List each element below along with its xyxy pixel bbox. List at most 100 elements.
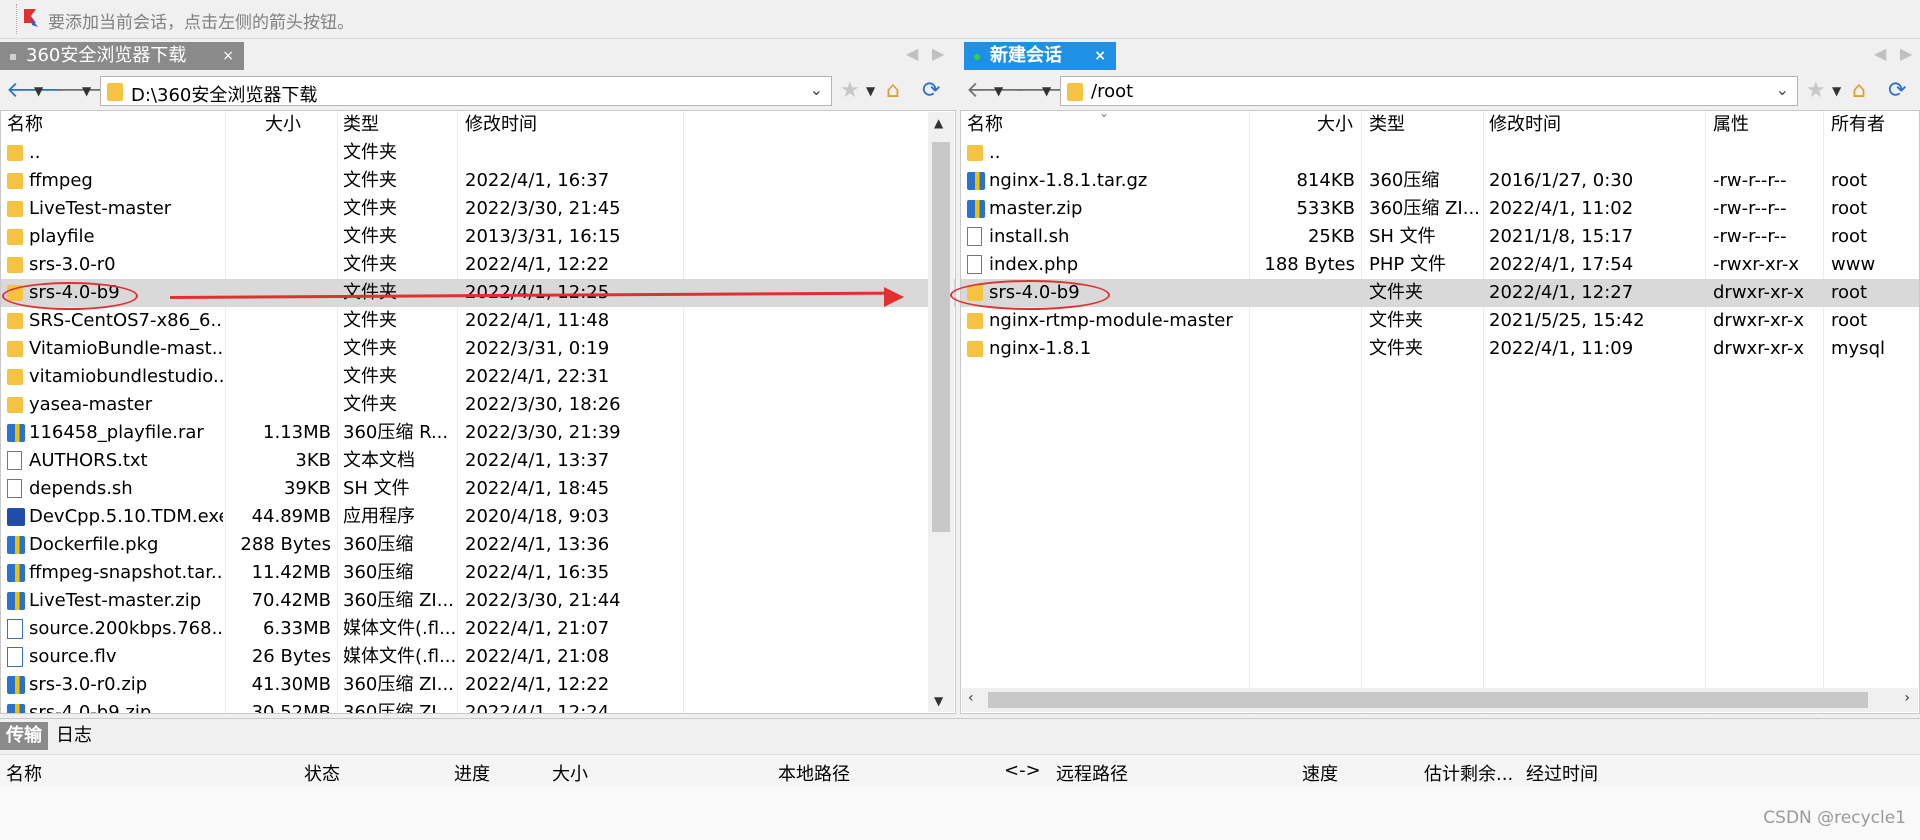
file-row[interactable]: source.flv 26 Bytes 媒体文件(.fl... 2022/4/1, 2… (1, 643, 955, 671)
transfer-col-remote-path[interactable]: 远程路径 (1056, 760, 1128, 786)
file-row[interactable]: LiveTest-master.zip 70.42MB 360压缩 ZI... 202… (1, 587, 955, 615)
file-row[interactable]: nginx-rtmp-module-master 文件夹 2021/5/25, 15… (961, 307, 1919, 335)
chevron-down-icon[interactable]: ⌄ (1776, 80, 1789, 99)
column-header-size[interactable]: 大小 (265, 111, 301, 139)
file-row[interactable]: AUTHORS.txt 3KB 文本文档 2022/4/1, 13:37 (1, 447, 955, 475)
file-row[interactable]: Dockerfile.pkg 288 Bytes 360压缩 2022/4/1, 13… (1, 531, 955, 559)
tab-log[interactable]: 日志 (50, 722, 98, 750)
file-row[interactable]: srs-3.0-r0 文件夹 2022/4/1, 12:22 (1, 251, 955, 279)
cell-size (227, 363, 331, 391)
tab-scroll-left-icon[interactable]: ◀ (1874, 44, 1886, 63)
cell-name: srs-3.0-r0.zip (29, 674, 148, 695)
refresh-icon[interactable]: ⟳ (922, 78, 940, 104)
file-row[interactable]: .. (961, 139, 1919, 167)
tab-scroll-right-icon[interactable]: ▶ (1900, 44, 1912, 63)
file-row[interactable]: LiveTest-master 文件夹 2022/3/30, 21:45 (1, 195, 955, 223)
column-header-owner[interactable]: 所有者 (1831, 111, 1885, 139)
column-header-attributes[interactable]: 属性 (1713, 111, 1749, 139)
transfer-col-elapsed[interactable]: 经过时间 (1526, 760, 1598, 786)
scroll-up-icon[interactable]: ▲ (934, 116, 943, 130)
cell-size (227, 223, 331, 251)
cell-modified: 2022/4/1, 12:27 (1489, 282, 1634, 303)
bookmark-dropdown-icon[interactable]: ▼ (866, 78, 875, 104)
tab-close-icon[interactable]: × (1094, 42, 1106, 70)
file-row[interactable]: master.zip 533KB 360压缩 ZI... 2022/4/1, 11:0… (961, 195, 1919, 223)
tab-transfer[interactable]: 传输 (0, 722, 48, 750)
scroll-left-icon[interactable]: ‹ (968, 690, 974, 706)
home-folder-icon[interactable]: ⌂ (1852, 78, 1866, 104)
cell-name: source.flv (29, 646, 117, 667)
transfer-list[interactable] (0, 785, 1920, 840)
transfer-col-size[interactable]: 大小 (552, 760, 588, 786)
folder-icon (967, 313, 983, 329)
file-row[interactable]: SRS-CentOS7-x86_6... 文件夹 2022/4/1, 11:48 (1, 307, 955, 335)
transfer-col-local-path[interactable]: 本地路径 (778, 760, 850, 786)
cell-type: SH 文件 (1369, 226, 1436, 247)
tab-close-icon[interactable]: × (222, 42, 234, 70)
back-dropdown-icon[interactable]: ▼ (994, 78, 1003, 104)
transfer-col-direction[interactable]: <-> (1004, 760, 1041, 781)
remote-path-input[interactable]: /root ⌄ (1060, 76, 1798, 106)
scroll-right-icon[interactable]: › (1904, 690, 1910, 706)
horizontal-scrollbar[interactable]: ‹ › (962, 688, 1918, 712)
scrollbar-thumb[interactable] (932, 142, 950, 532)
column-header-modified[interactable]: 修改时间 (465, 111, 537, 139)
file-row[interactable]: ffmpeg-snapshot.tar... 11.42MB 360压缩 2022/4… (1, 559, 955, 587)
refresh-icon[interactable]: ⟳ (1888, 78, 1906, 104)
file-row[interactable]: srs-4.0-b9.zip 30.52MB 360压缩 ZI... 2022/4/1… (1, 699, 955, 714)
file-row[interactable]: install.sh 25KB SH 文件 2021/1/8, 15:17 -rw-r-… (961, 223, 1919, 251)
column-header-size[interactable]: 大小 (1317, 111, 1353, 139)
cell-size: 30.52MB (251, 702, 331, 714)
file-row[interactable]: 116458_playfile.rar 1.13MB 360压缩 R... 2022/… (1, 419, 955, 447)
tab-local-session[interactable]: 360安全浏览器下载 × (0, 42, 244, 70)
cell-type: 文件夹 (1369, 282, 1423, 303)
file-row[interactable]: source.200kbps.768... 6.33MB 媒体文件(.fl... 20… (1, 615, 955, 643)
star-icon[interactable]: ★ (840, 78, 860, 104)
column-header-type[interactable]: 类型 (1369, 111, 1405, 139)
tab-scroll-left-icon[interactable]: ◀ (906, 44, 918, 63)
cell-modified: 2013/3/31, 16:15 (465, 226, 621, 247)
chevron-down-icon[interactable]: ⌄ (810, 80, 823, 99)
column-header-modified[interactable]: 修改时间 (1489, 111, 1561, 139)
sort-descending-icon: ⌄ (1099, 110, 1110, 120)
file-row[interactable]: srs-3.0-r0.zip 41.30MB 360压缩 ZI... 2022/4/1… (1, 671, 955, 699)
local-path-input[interactable]: D:\360安全浏览器下载 ⌄ (100, 76, 832, 106)
forward-dropdown-icon[interactable]: ▼ (82, 78, 91, 104)
transfer-col-status[interactable]: 状态 (304, 760, 340, 786)
transfer-col-eta[interactable]: 估计剩余... (1424, 760, 1513, 786)
transfer-col-progress[interactable]: 进度 (454, 760, 490, 786)
cell-modified: 2022/4/1, 16:37 (465, 170, 610, 191)
column-header-name[interactable]: 名称 (967, 111, 1003, 139)
vertical-scrollbar[interactable]: ▲ ▼ (928, 112, 954, 712)
file-row[interactable]: nginx-1.8.1.tar.gz 814KB 360压缩 2016/1/27, 0… (961, 167, 1919, 195)
local-file-list[interactable]: 名称 ⌃ 大小 类型 修改时间 .. 文件夹 ffmpeg 文件夹 2022/4/1, … (0, 110, 956, 714)
file-row[interactable]: .. 文件夹 (1, 139, 955, 167)
star-icon[interactable]: ★ (1806, 78, 1826, 104)
scroll-down-icon[interactable]: ▼ (934, 694, 943, 708)
file-row[interactable]: depends.sh 39KB SH 文件 2022/4/1, 18:45 (1, 475, 955, 503)
transfer-col-speed[interactable]: 速度 (1302, 760, 1338, 786)
tab-scroll-right-icon[interactable]: ▶ (932, 44, 944, 63)
back-dropdown-icon[interactable]: ▼ (34, 78, 43, 104)
forward-dropdown-icon[interactable]: ▼ (1042, 78, 1051, 104)
cell-modified (465, 139, 681, 167)
transfer-col-name[interactable]: 名称 (6, 760, 42, 786)
file-row[interactable]: ffmpeg 文件夹 2022/4/1, 16:37 (1, 167, 955, 195)
scrollbar-thumb[interactable] (988, 692, 1868, 708)
file-row[interactable]: nginx-1.8.1 文件夹 2022/4/1, 11:09 drwxr-xr-x m… (961, 335, 1919, 363)
file-row[interactable]: vitamiobundlestudio... 文件夹 2022/4/1, 22:31 (1, 363, 955, 391)
file-row[interactable]: playfile 文件夹 2013/3/31, 16:15 (1, 223, 955, 251)
column-header-type[interactable]: 类型 (343, 111, 379, 139)
bookmark-flag-icon[interactable] (22, 8, 40, 28)
file-icon (967, 227, 982, 246)
file-row[interactable]: index.php 188 Bytes PHP 文件 2022/4/1, 17:54 -… (961, 251, 1919, 279)
file-row[interactable]: yasea-master 文件夹 2022/3/30, 18:26 (1, 391, 955, 419)
cell-name: playfile (29, 226, 95, 247)
remote-file-list[interactable]: 名称 ⌄ 大小 类型 修改时间 属性 所有者 .. nginx-1.8.1.tar… (960, 110, 1920, 714)
bookmark-dropdown-icon[interactable]: ▼ (1832, 78, 1841, 104)
file-row[interactable]: VitamioBundle-mast... 文件夹 2022/3/31, 0:19 (1, 335, 955, 363)
tab-new-session[interactable]: 新建会话 × (964, 42, 1116, 70)
home-folder-icon[interactable]: ⌂ (886, 78, 900, 104)
column-header-name[interactable]: 名称 (7, 111, 43, 139)
file-row[interactable]: DevCpp.5.10.TDM.exe 44.89MB 应用程序 2020/4/18,… (1, 503, 955, 531)
